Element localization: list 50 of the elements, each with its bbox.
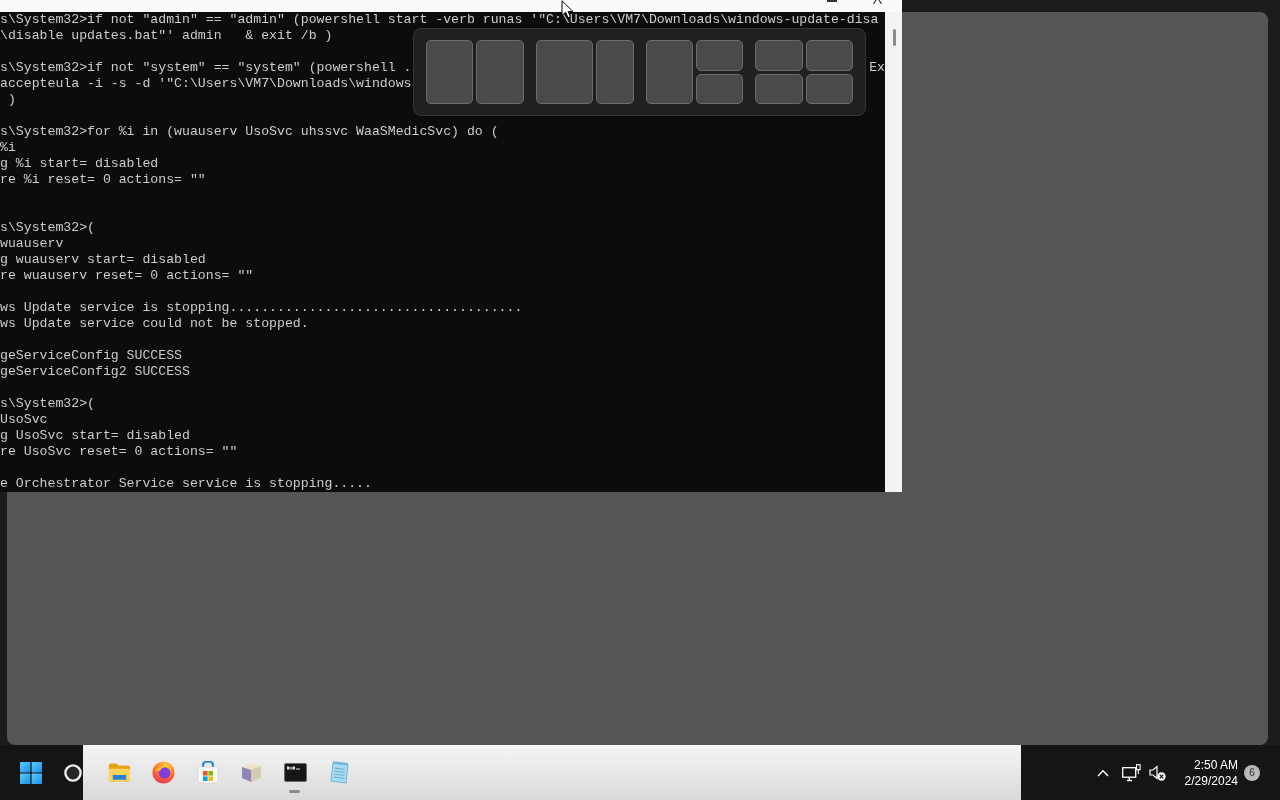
terminal-line: ws Update service could not be stopped. [0,316,309,332]
start-icon[interactable] [20,761,42,784]
snap-zone[interactable] [595,40,634,104]
terminal-line: geServiceConfig SUCCESS [0,348,183,364]
terminal-line: ) [6,92,16,108]
snap-zone[interactable] [805,40,853,71]
clock-button[interactable]: 2:50 AM 2/29/2024 [1176,756,1238,789]
close-icon[interactable] [873,0,882,4]
terminal-line: g %i start= disabled [0,156,159,172]
terminal-line: geServiceConfig2 SUCCESS [0,364,190,380]
terminal-line-fragment: Ex [869,60,885,76]
terminal-icon[interactable] [284,763,307,782]
terminal-line: e Orchestrator Service service is stopping..... [0,476,372,492]
snap-zone[interactable] [805,73,853,104]
scrollbar-track[interactable] [885,12,902,492]
shopping-bag-icon[interactable] [196,761,219,784]
terminal-line: UsoSvc [0,412,48,428]
terminal-line: g UsoSvc start= disabled [0,428,190,444]
search-icon[interactable] [64,763,82,782]
terminal-line: \disable updates.bat"' admin & exit /b ) [0,28,333,44]
terminal-line: wuauserv [0,236,64,252]
snap-zone[interactable] [535,40,593,104]
terminal-line: accepteula -i -s -d '"C:\Users\VM7\Downloads\windows [0,76,412,92]
chevron-up-icon[interactable] [1097,768,1109,777]
terminal-line: %i [0,140,16,156]
notepad-icon[interactable] [328,761,351,784]
snap-zone[interactable] [755,40,803,71]
terminal-line: s\System32>if not "system" == "system" (powershell . [0,60,412,76]
scrollbar-thumb[interactable] [893,29,896,46]
muted-speaker-icon[interactable] [1149,764,1166,781]
snap-zone[interactable] [645,40,693,104]
notification-badge[interactable]: 6 [1244,764,1260,781]
terminal-line: s\System32>for %i in (wuauserv UsoSvc uhssvc WaaSMedicSvc) do ( [0,124,499,140]
monitor-icon[interactable] [1122,763,1141,782]
terminal-line: g wuauserv start= disabled [0,252,206,268]
snap-zone[interactable] [755,73,803,104]
snap-zone[interactable] [695,73,744,104]
snap-zone[interactable] [695,40,744,71]
terminal-line: s\System32>( [0,220,95,236]
snap-zone[interactable] [426,40,474,104]
globe-icon[interactable] [152,761,175,784]
terminal-line: re wuauserv reset= 0 actions= "" [0,268,254,284]
cube-icon[interactable] [240,761,263,784]
terminal-line: ws Update service is stopping..................................... [0,300,523,316]
terminal-line: s\System32>( [0,396,95,412]
terminal-line: re %i reset= 0 actions= "" [0,172,206,188]
folder-icon[interactable] [108,762,131,783]
snap-zone[interactable] [476,40,524,104]
terminal-line: s\System32>if not "admin" == "admin" (powershell start -verb runas '"C:\Users\VM7\Downloads\windows-update-disa [0,12,879,28]
terminal-line: re UsoSvc reset= 0 actions= "" [0,444,238,460]
